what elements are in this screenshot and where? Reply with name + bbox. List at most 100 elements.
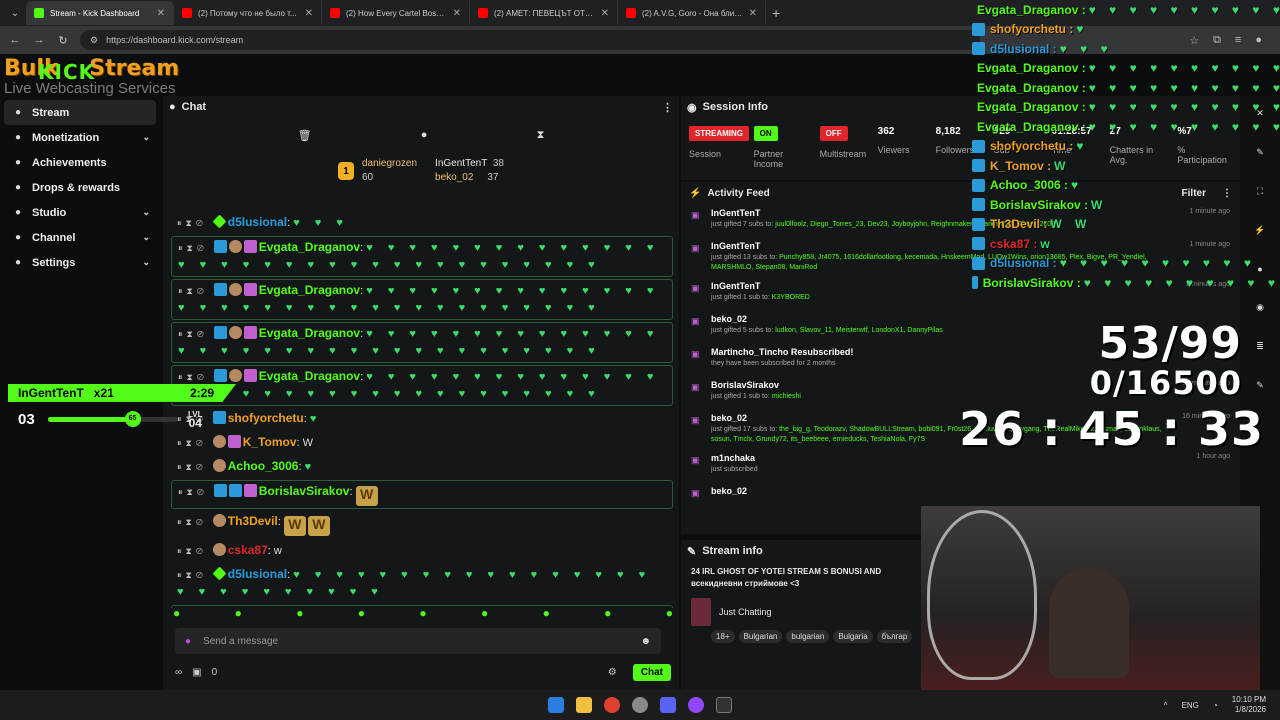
layers-icon[interactable]: ≣ <box>1256 341 1264 352</box>
mod-actions-icon[interactable]: ⏸⧗⊘ <box>177 462 207 472</box>
chevron-down-icon[interactable]: ⌄ <box>142 207 150 218</box>
sidebar-item-achievements[interactable]: ● Achievements <box>0 150 162 175</box>
browser-tab[interactable]: (2) АМЕТ: ПЕВЕЦЪТ ОТ НАРОД... ✕ <box>470 1 618 25</box>
tab-close-icon[interactable]: ✕ <box>157 8 165 19</box>
slow-mode-icon[interactable]: ⧗ <box>537 129 545 142</box>
stream-tag[interactable]: Bulgarian <box>738 630 783 643</box>
terminal-icon[interactable] <box>716 697 732 713</box>
chat-message[interactable]: ⏸⧗⊘ Evgata_Draganov: ♥ ♥ ♥ ♥ ♥ ♥ ♥ ♥ ♥ ♥ … <box>171 279 673 320</box>
reload-icon[interactable]: ↻ <box>56 34 70 47</box>
chat-username[interactable]: Evgata_Draganov <box>259 283 360 297</box>
chat-username[interactable]: shofyorchetu <box>228 411 304 425</box>
emoji-picker-icon[interactable]: ☻ <box>640 636 651 647</box>
chat-username[interactable]: Evgata_Draganov <box>259 326 360 340</box>
url-field[interactable]: ⚙ https://dashboard.kick.com/stream <box>80 30 980 50</box>
emote-icon[interactable]: ● <box>358 606 365 620</box>
chat-username[interactable]: Evgata_Draganov <box>259 369 360 383</box>
chat-message[interactable]: ⏸⧗⊘ K_Tomov: W <box>171 432 673 454</box>
wifi-icon[interactable]: ◔ <box>1213 701 1218 710</box>
tray-chevron-icon[interactable]: ^ <box>1164 701 1168 710</box>
mod-actions-icon[interactable]: ⏸⧗⊘ <box>178 243 208 253</box>
emote-icon[interactable]: ● <box>173 606 180 620</box>
emote-icon[interactable]: ● <box>604 606 611 620</box>
mod-actions-icon[interactable]: ⏸⧗⊘ <box>178 286 208 296</box>
chat-message[interactable]: ⏸⧗⊘ d5lusional: ♥ ♥ ♥ <box>171 212 673 234</box>
send-chat-button[interactable]: Chat <box>632 663 671 681</box>
emote-icon[interactable]: ● <box>481 606 488 620</box>
sidebar-item-studio[interactable]: ● Studio ⌄ <box>0 200 162 225</box>
chat-username[interactable]: Achoo_3006 <box>228 459 299 473</box>
message-input[interactable]: ● Send a message ☻ <box>175 628 661 654</box>
twitch-icon[interactable] <box>688 697 704 713</box>
sidebar-item-settings[interactable]: ● Settings ⌄ <box>0 250 162 275</box>
mod-actions-icon[interactable]: ⏸⧗⊘ <box>178 487 208 497</box>
chrome-icon[interactable] <box>604 697 620 713</box>
chat-messages[interactable]: ⏸⧗⊘ d5lusional: ♥ ♥ ♥ ⏸⧗⊘ Evgata_Draganov: … <box>163 210 679 608</box>
chat-username[interactable]: d5lusional <box>228 215 287 229</box>
stream-tag[interactable]: 18+ <box>711 630 735 643</box>
sidebar-item-monetization[interactable]: ● Monetization ⌄ <box>0 125 162 150</box>
mod-actions-icon[interactable]: ⏸⧗⊘ <box>177 218 207 228</box>
wrench-icon[interactable]: ✎ <box>1256 380 1264 391</box>
chat-username[interactable]: K_Tomov <box>243 435 297 449</box>
chat-message[interactable]: ⏸⧗⊘ Evgata_Draganov: ♥ ♥ ♥ ♥ ♥ ♥ ♥ ♥ ♥ ♥ … <box>171 236 673 277</box>
tab-close-icon[interactable]: ✕ <box>453 8 461 19</box>
activity-user[interactable]: beko_02 <box>711 486 1220 496</box>
mod-actions-icon[interactable]: ⏸⧗⊘ <box>178 329 208 339</box>
chat-mode-icon[interactable]: ● <box>421 129 428 141</box>
mod-actions-icon[interactable]: ⏸⧗⊘ <box>177 438 207 448</box>
browser-tab[interactable]: (2) Потому что не было т... ✕ <box>174 1 322 25</box>
emote-icon[interactable]: ● <box>543 606 550 620</box>
chat-message[interactable]: ⏸⧗⊘ Evgata_Draganov: ♥ ♥ ♥ ♥ ♥ ♥ ♥ ♥ ♥ ♥ … <box>171 322 673 363</box>
mod-actions-icon[interactable]: ⏸⧗⊘ <box>177 570 207 580</box>
chat-message[interactable]: ⏸⧗⊘ shofyorchetu: ♥ <box>171 408 673 430</box>
chevron-down-icon[interactable]: ⌄ <box>142 232 150 243</box>
obs-icon[interactable] <box>632 697 648 713</box>
emote-icon[interactable]: ● <box>235 606 242 620</box>
chat-message[interactable]: ⏸⧗⊘ Evgata_Draganov: ♥ ♥ ♥ ♥ ♥ ♥ ♥ ♥ ♥ ♥ … <box>171 365 673 406</box>
chat-message[interactable]: ⏸⧗⊘ BorislavSirakov: W <box>171 480 673 509</box>
emote-icon[interactable]: ● <box>419 606 426 620</box>
stream-tag[interactable]: bulgarian <box>786 630 830 643</box>
chat-username[interactable]: BorislavSirakov <box>259 484 350 498</box>
stream-tag[interactable]: българ <box>876 630 913 643</box>
chat-username[interactable]: d5lusional <box>228 567 287 581</box>
browser-tab[interactable]: (2) A.V.G, Goro - Она близко (... ✕ <box>618 1 766 25</box>
chat-message[interactable]: ⏸⧗⊘ Achoo_3006: ♥ <box>171 456 673 478</box>
chat-menu-icon[interactable]: ⋮ <box>662 101 673 114</box>
chevron-down-icon[interactable]: ⌄ <box>142 257 150 268</box>
chevron-down-icon[interactable]: ⌄ <box>142 132 150 143</box>
emote-icon[interactable]: ● <box>296 606 303 620</box>
chat-username[interactable]: cska87 <box>228 543 268 557</box>
chat-settings-icon[interactable]: ⚙ <box>608 667 617 678</box>
clock[interactable]: 10:10 PM 1/8/2026 <box>1232 695 1266 715</box>
file-explorer-icon[interactable] <box>576 697 592 713</box>
back-icon[interactable]: ← <box>8 34 22 46</box>
sidebar-item-channel[interactable]: ● Channel ⌄ <box>0 225 162 250</box>
tab-search-icon[interactable]: ⌄ <box>4 2 26 24</box>
chat-message[interactable]: ⏸⧗⊘ cska87: w <box>171 540 673 562</box>
mic-icon[interactable]: ● <box>185 636 191 647</box>
emote-icon[interactable]: ● <box>666 606 673 620</box>
tab-close-icon[interactable]: ✕ <box>749 8 757 19</box>
windows-start-icon[interactable] <box>548 697 564 713</box>
forward-icon[interactable]: → <box>32 34 46 46</box>
language-indicator[interactable]: ENG <box>1182 701 1199 710</box>
trash-icon[interactable]: 🗑 <box>298 129 312 142</box>
sidebar-item-drops-rewards[interactable]: ● Drops & rewards <box>0 175 162 200</box>
chat-message[interactable]: ⏸⧗⊘ d5lusional: ♥ ♥ ♥ ♥ ♥ ♥ ♥ ♥ ♥ ♥ ♥ ♥ ♥… <box>171 564 673 603</box>
broadcast-icon[interactable]: ◉ <box>1256 302 1264 313</box>
tab-close-icon[interactable]: ✕ <box>305 8 313 19</box>
sidebar-item-stream[interactable]: ● Stream <box>4 100 156 125</box>
mod-actions-icon[interactable]: ⏸⧗⊘ <box>177 546 207 556</box>
stream-tag[interactable]: Bulgaria <box>833 630 873 643</box>
site-info-icon[interactable]: ⚙ <box>90 35 98 46</box>
discord-icon[interactable] <box>660 697 676 713</box>
stream-title[interactable]: 24 IRL GHOST OF YOTEI STREAM S BONUSI AN… <box>681 562 921 594</box>
browser-tab[interactable]: Stream - Kick Dashboard ✕ <box>26 1 174 25</box>
chat-username[interactable]: Th3Devil <box>228 514 278 528</box>
browser-tab[interactable]: (2) How Every Cartel Boss Died ✕ <box>322 1 470 25</box>
tab-close-icon[interactable]: ✕ <box>601 8 609 19</box>
users-icon[interactable]: ∞ <box>175 667 182 678</box>
mod-actions-icon[interactable]: ⏸⧗⊘ <box>177 517 207 527</box>
